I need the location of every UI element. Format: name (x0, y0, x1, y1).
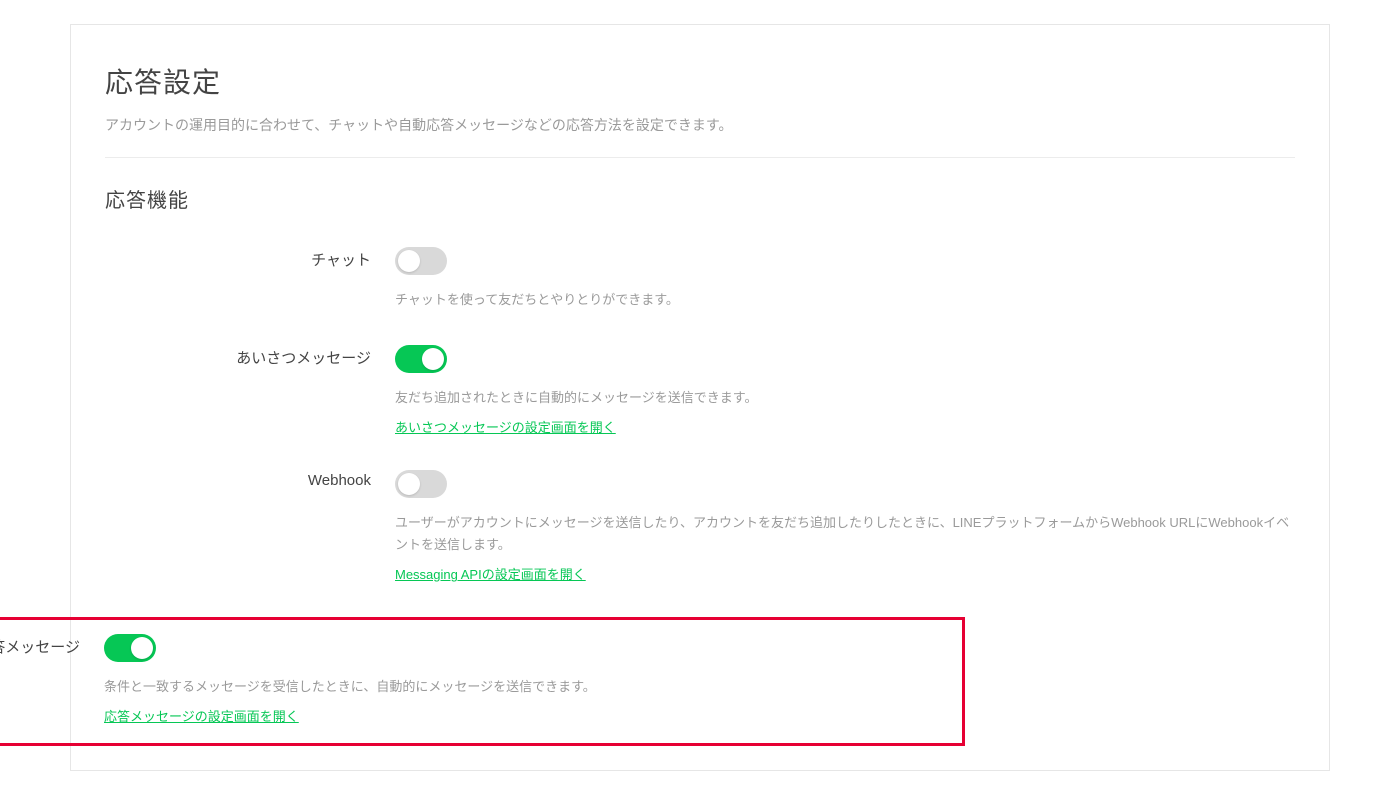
row-chat-label: チャット (105, 247, 395, 270)
row-webhook-desc: ユーザーがアカウントにメッセージを送信したり、アカウントを友だち追加したりしたと… (395, 512, 1295, 556)
page-title: 応答設定 (105, 61, 1295, 101)
toggle-chat[interactable] (395, 247, 447, 275)
row-greeting-body: 友だち追加されたときに自動的にメッセージを送信できます。 あいさつメッセージの設… (395, 345, 1295, 436)
row-autoreply-label: 応答メッセージ (0, 634, 104, 657)
toggle-greeting[interactable] (395, 345, 447, 373)
row-autoreply: 応答メッセージ 条件と一致するメッセージを受信したときに、自動的にメッセージを送… (0, 634, 944, 725)
row-chat-desc: チャットを使って友だちとやりとりができます。 (395, 289, 1295, 311)
row-webhook-body: ユーザーがアカウントにメッセージを送信したり、アカウントを友だち追加したりしたと… (395, 470, 1295, 583)
divider (105, 157, 1295, 158)
toggle-autoreply[interactable] (104, 634, 156, 662)
toggle-webhook[interactable] (395, 470, 447, 498)
row-greeting-label: あいさつメッセージ (105, 345, 395, 368)
row-greeting-desc: 友だち追加されたときに自動的にメッセージを送信できます。 (395, 387, 1295, 409)
highlight-autoreply: 応答メッセージ 条件と一致するメッセージを受信したときに、自動的にメッセージを送… (0, 617, 965, 746)
row-autoreply-desc: 条件と一致するメッセージを受信したときに、自動的にメッセージを送信できます。 (104, 676, 944, 698)
row-webhook: Webhook ユーザーがアカウントにメッセージを送信したり、アカウントを友だち… (105, 470, 1295, 583)
link-greeting-settings[interactable]: あいさつメッセージの設定画面を開く (395, 417, 616, 436)
settings-panel: 応答設定 アカウントの運用目的に合わせて、チャットや自動応答メッセージなどの応答… (70, 24, 1330, 771)
row-chat-body: チャットを使って友だちとやりとりができます。 (395, 247, 1295, 311)
row-greeting: あいさつメッセージ 友だち追加されたときに自動的にメッセージを送信できます。 あ… (105, 345, 1295, 436)
link-autoreply-settings[interactable]: 応答メッセージの設定画面を開く (104, 706, 299, 725)
page-subtitle: アカウントの運用目的に合わせて、チャットや自動応答メッセージなどの応答方法を設定… (105, 115, 1295, 135)
row-chat: チャット チャットを使って友だちとやりとりができます。 (105, 247, 1295, 311)
row-autoreply-body: 条件と一致するメッセージを受信したときに、自動的にメッセージを送信できます。 応… (104, 634, 944, 725)
section-title: 応答機能 (105, 184, 1295, 213)
link-webhook-settings[interactable]: Messaging APIの設定画面を開く (395, 564, 586, 583)
row-webhook-label: Webhook (105, 470, 395, 489)
